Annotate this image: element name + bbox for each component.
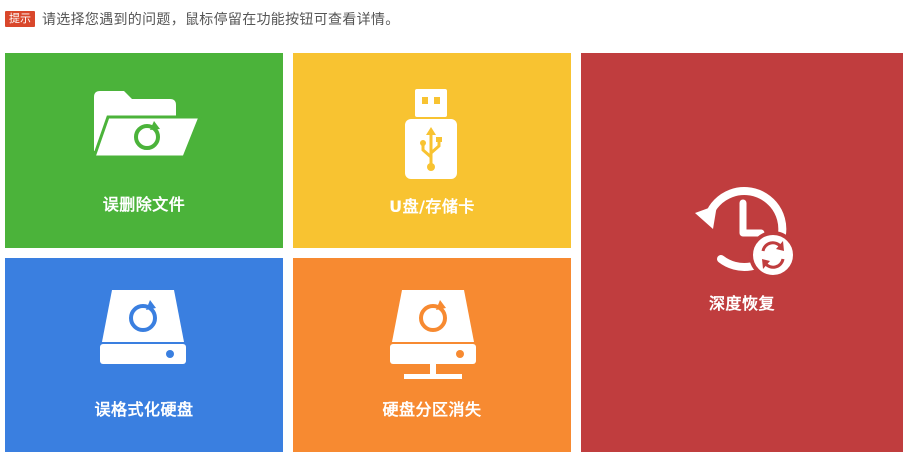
- tile-label: 误删除文件: [102, 195, 186, 214]
- usb-drive-icon: [405, 89, 457, 179]
- clock-restore-icon: [695, 187, 797, 279]
- hint-bar: 提示 请选择您遇到的问题，鼠标停留在功能按钮可查看详情。: [5, 8, 400, 30]
- disk-partition-icon: [390, 290, 476, 379]
- tile-label: 深度恢复: [708, 294, 775, 313]
- tile-usb-card[interactable]: U盘/存储卡: [293, 53, 571, 248]
- tile-deep-recovery[interactable]: 深度恢复: [581, 53, 903, 452]
- tile-label: U盘/存储卡: [389, 197, 475, 216]
- hard-disk-icon: [100, 290, 186, 364]
- tile-deleted-files[interactable]: 误删除文件: [5, 53, 283, 248]
- hint-badge: 提示: [5, 11, 35, 27]
- tile-label: 硬盘分区消失: [382, 400, 482, 419]
- tile-format-disk[interactable]: 误格式化硬盘: [5, 258, 283, 452]
- folder-recovery-icon: [92, 91, 202, 159]
- tile-label: 误格式化硬盘: [94, 400, 194, 419]
- tile-partition-lost[interactable]: 硬盘分区消失: [293, 258, 571, 452]
- hint-text: 请选择您遇到的问题，鼠标停留在功能按钮可查看详情。: [42, 12, 400, 28]
